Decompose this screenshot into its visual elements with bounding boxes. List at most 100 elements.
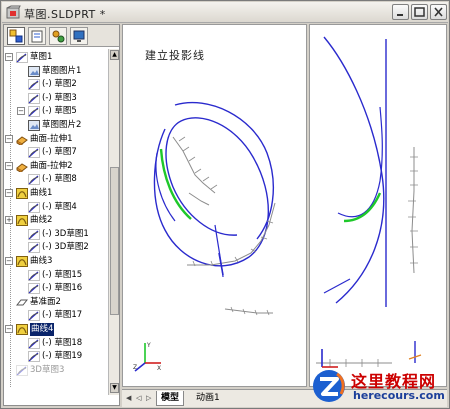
- display-icon: [73, 30, 85, 42]
- maximize-button[interactable]: [411, 4, 428, 20]
- svg-text:Y: Y: [146, 342, 151, 349]
- feature-manager-panel: − 草图1 草图图片1 (-) 草图2 (-) 草图3 − (-) 草图5 草图图片2 − 曲面-…: [3, 24, 120, 406]
- close-icon: [434, 7, 443, 17]
- tree-item[interactable]: (-) 草图16: [4, 282, 108, 295]
- tree-item-label: (-) 草图8: [42, 174, 77, 185]
- tab-model[interactable]: 模型: [156, 391, 185, 406]
- tree-item[interactable]: − 曲线1: [4, 187, 108, 200]
- collapse-icon[interactable]: −: [5, 257, 13, 265]
- graphics-area-left[interactable]: 建立投影线 Y X Z: [122, 24, 307, 387]
- tree-item[interactable]: 草图图片2: [4, 119, 108, 132]
- sketch-icon: [28, 269, 40, 281]
- tree-item-label: (-) 草图7: [42, 147, 77, 158]
- collapse-icon[interactable]: −: [5, 134, 13, 143]
- sketch-icon: [28, 106, 40, 118]
- tree-item[interactable]: 基准面2: [4, 296, 108, 309]
- tree-item[interactable]: (-) 3D草图2: [4, 241, 108, 254]
- tree-item[interactable]: − 曲线4: [4, 323, 108, 336]
- tab-property-manager[interactable]: [28, 27, 46, 45]
- curve-drawing-left: [153, 101, 276, 316]
- curve-icon: [16, 256, 28, 267]
- triad-marker-icon: [408, 341, 422, 363]
- tree-item-label: 草图图片2: [42, 120, 82, 130]
- tree-item[interactable]: 草图图片1: [4, 65, 108, 78]
- collapse-icon[interactable]: −: [5, 53, 13, 61]
- minimize-button[interactable]: [392, 4, 409, 20]
- tree-item[interactable]: − (-) 草图5: [4, 105, 108, 118]
- surface-extrude-icon: [16, 163, 28, 172]
- sketch-icon: [28, 310, 40, 322]
- svg-text:X: X: [157, 365, 161, 372]
- next-tab-icon[interactable]: ▷: [146, 393, 153, 403]
- collapse-icon[interactable]: −: [5, 161, 13, 170]
- tree-item[interactable]: 3D草图3: [4, 364, 108, 377]
- tab-feature-manager[interactable]: [7, 27, 25, 45]
- axis-triad-icon: Y X Z: [133, 342, 161, 372]
- sketch-icon: [28, 242, 40, 254]
- curve-icon: [16, 188, 28, 199]
- watermark-logo-icon: [313, 370, 345, 402]
- tree-item[interactable]: (-) 3D草图1: [4, 228, 108, 241]
- tab-display-manager[interactable]: [70, 27, 88, 45]
- tree-item-label: (-) 草图3: [42, 92, 77, 103]
- collapse-icon[interactable]: −: [5, 325, 13, 333]
- tree-item[interactable]: − 曲面-拉伸2: [4, 160, 108, 173]
- tree-item[interactable]: (-) 草图17: [4, 309, 108, 322]
- curve-icon: [16, 215, 28, 227]
- sketch-picture-icon: [28, 120, 40, 131]
- tree-item[interactable]: (-) 草图3: [4, 92, 108, 105]
- sketch-icon: [16, 52, 28, 63]
- scroll-up-icon[interactable]: ▲: [110, 50, 119, 60]
- scroll-thumb[interactable]: [110, 167, 119, 315]
- configuration-icon: [52, 30, 65, 43]
- minimize-icon: [397, 14, 403, 16]
- tree-item-label: (-) 草图5: [42, 106, 77, 117]
- expand-icon[interactable]: +: [5, 216, 13, 225]
- scroll-down-icon[interactable]: ▼: [110, 383, 119, 393]
- prev-tab-icon[interactable]: ◁: [136, 393, 143, 403]
- solidworks-part-icon: [6, 5, 21, 19]
- property-icon: [31, 30, 43, 43]
- tree-item-label: 曲线4: [30, 323, 55, 336]
- first-tab-icon[interactable]: ◀: [126, 393, 133, 403]
- tree-item[interactable]: − 草图1: [4, 51, 108, 64]
- panel-tab-bar: [4, 25, 119, 47]
- surface-extrude-icon: [16, 135, 28, 145]
- tree-item[interactable]: + 曲线2: [4, 214, 108, 227]
- window-title: 草图.SLDPRT *: [24, 8, 106, 21]
- tree-item-label: (-) 草图17: [42, 310, 83, 321]
- plane-icon: [16, 299, 28, 306]
- sketch-icon: [28, 351, 40, 362]
- svg-text:Z: Z: [133, 364, 137, 371]
- tree-item[interactable]: − 曲线3: [4, 255, 108, 268]
- close-button[interactable]: [430, 4, 447, 20]
- tree-item-label: (-) 草图15: [42, 269, 83, 280]
- collapse-icon[interactable]: −: [17, 107, 25, 116]
- sketch-icon: [16, 364, 28, 376]
- tree-item-label: (-) 草图4: [42, 201, 77, 212]
- tree-item[interactable]: (-) 草图19: [4, 350, 108, 363]
- collapse-icon[interactable]: −: [5, 189, 13, 197]
- tab-configuration-manager[interactable]: [49, 27, 67, 45]
- tree-item[interactable]: (-) 草图7: [4, 146, 108, 159]
- feature-tree-icon: [9, 29, 23, 43]
- tree-item[interactable]: − 曲面-拉伸1: [4, 133, 108, 146]
- sketch-icon: [28, 337, 40, 349]
- tree-item[interactable]: (-) 草图18: [4, 337, 108, 350]
- tree-scrollbar[interactable]: ▲ ▼: [108, 49, 119, 395]
- tree-item-label: 基准面2: [30, 296, 61, 307]
- graphics-area-right[interactable]: [309, 24, 447, 387]
- tree-item-label: 草图图片1: [42, 65, 82, 76]
- tree-item[interactable]: (-) 草图2: [4, 78, 108, 91]
- watermark: 这里教程网 herecours.com: [309, 366, 447, 406]
- tree-item[interactable]: (-) 草图15: [4, 269, 108, 282]
- tree-item-label: 曲线3: [30, 256, 53, 266]
- tree-item-label: 曲线2: [30, 215, 53, 226]
- tree-item[interactable]: (-) 草图4: [4, 201, 108, 214]
- tab-animation[interactable]: 动画1: [192, 391, 224, 406]
- sketch-icon: [28, 92, 40, 104]
- tree-item[interactable]: (-) 草图8: [4, 173, 108, 186]
- sketch-icon: [28, 283, 40, 294]
- sketch-icon: [28, 201, 40, 213]
- sketch-icon: [28, 79, 40, 90]
